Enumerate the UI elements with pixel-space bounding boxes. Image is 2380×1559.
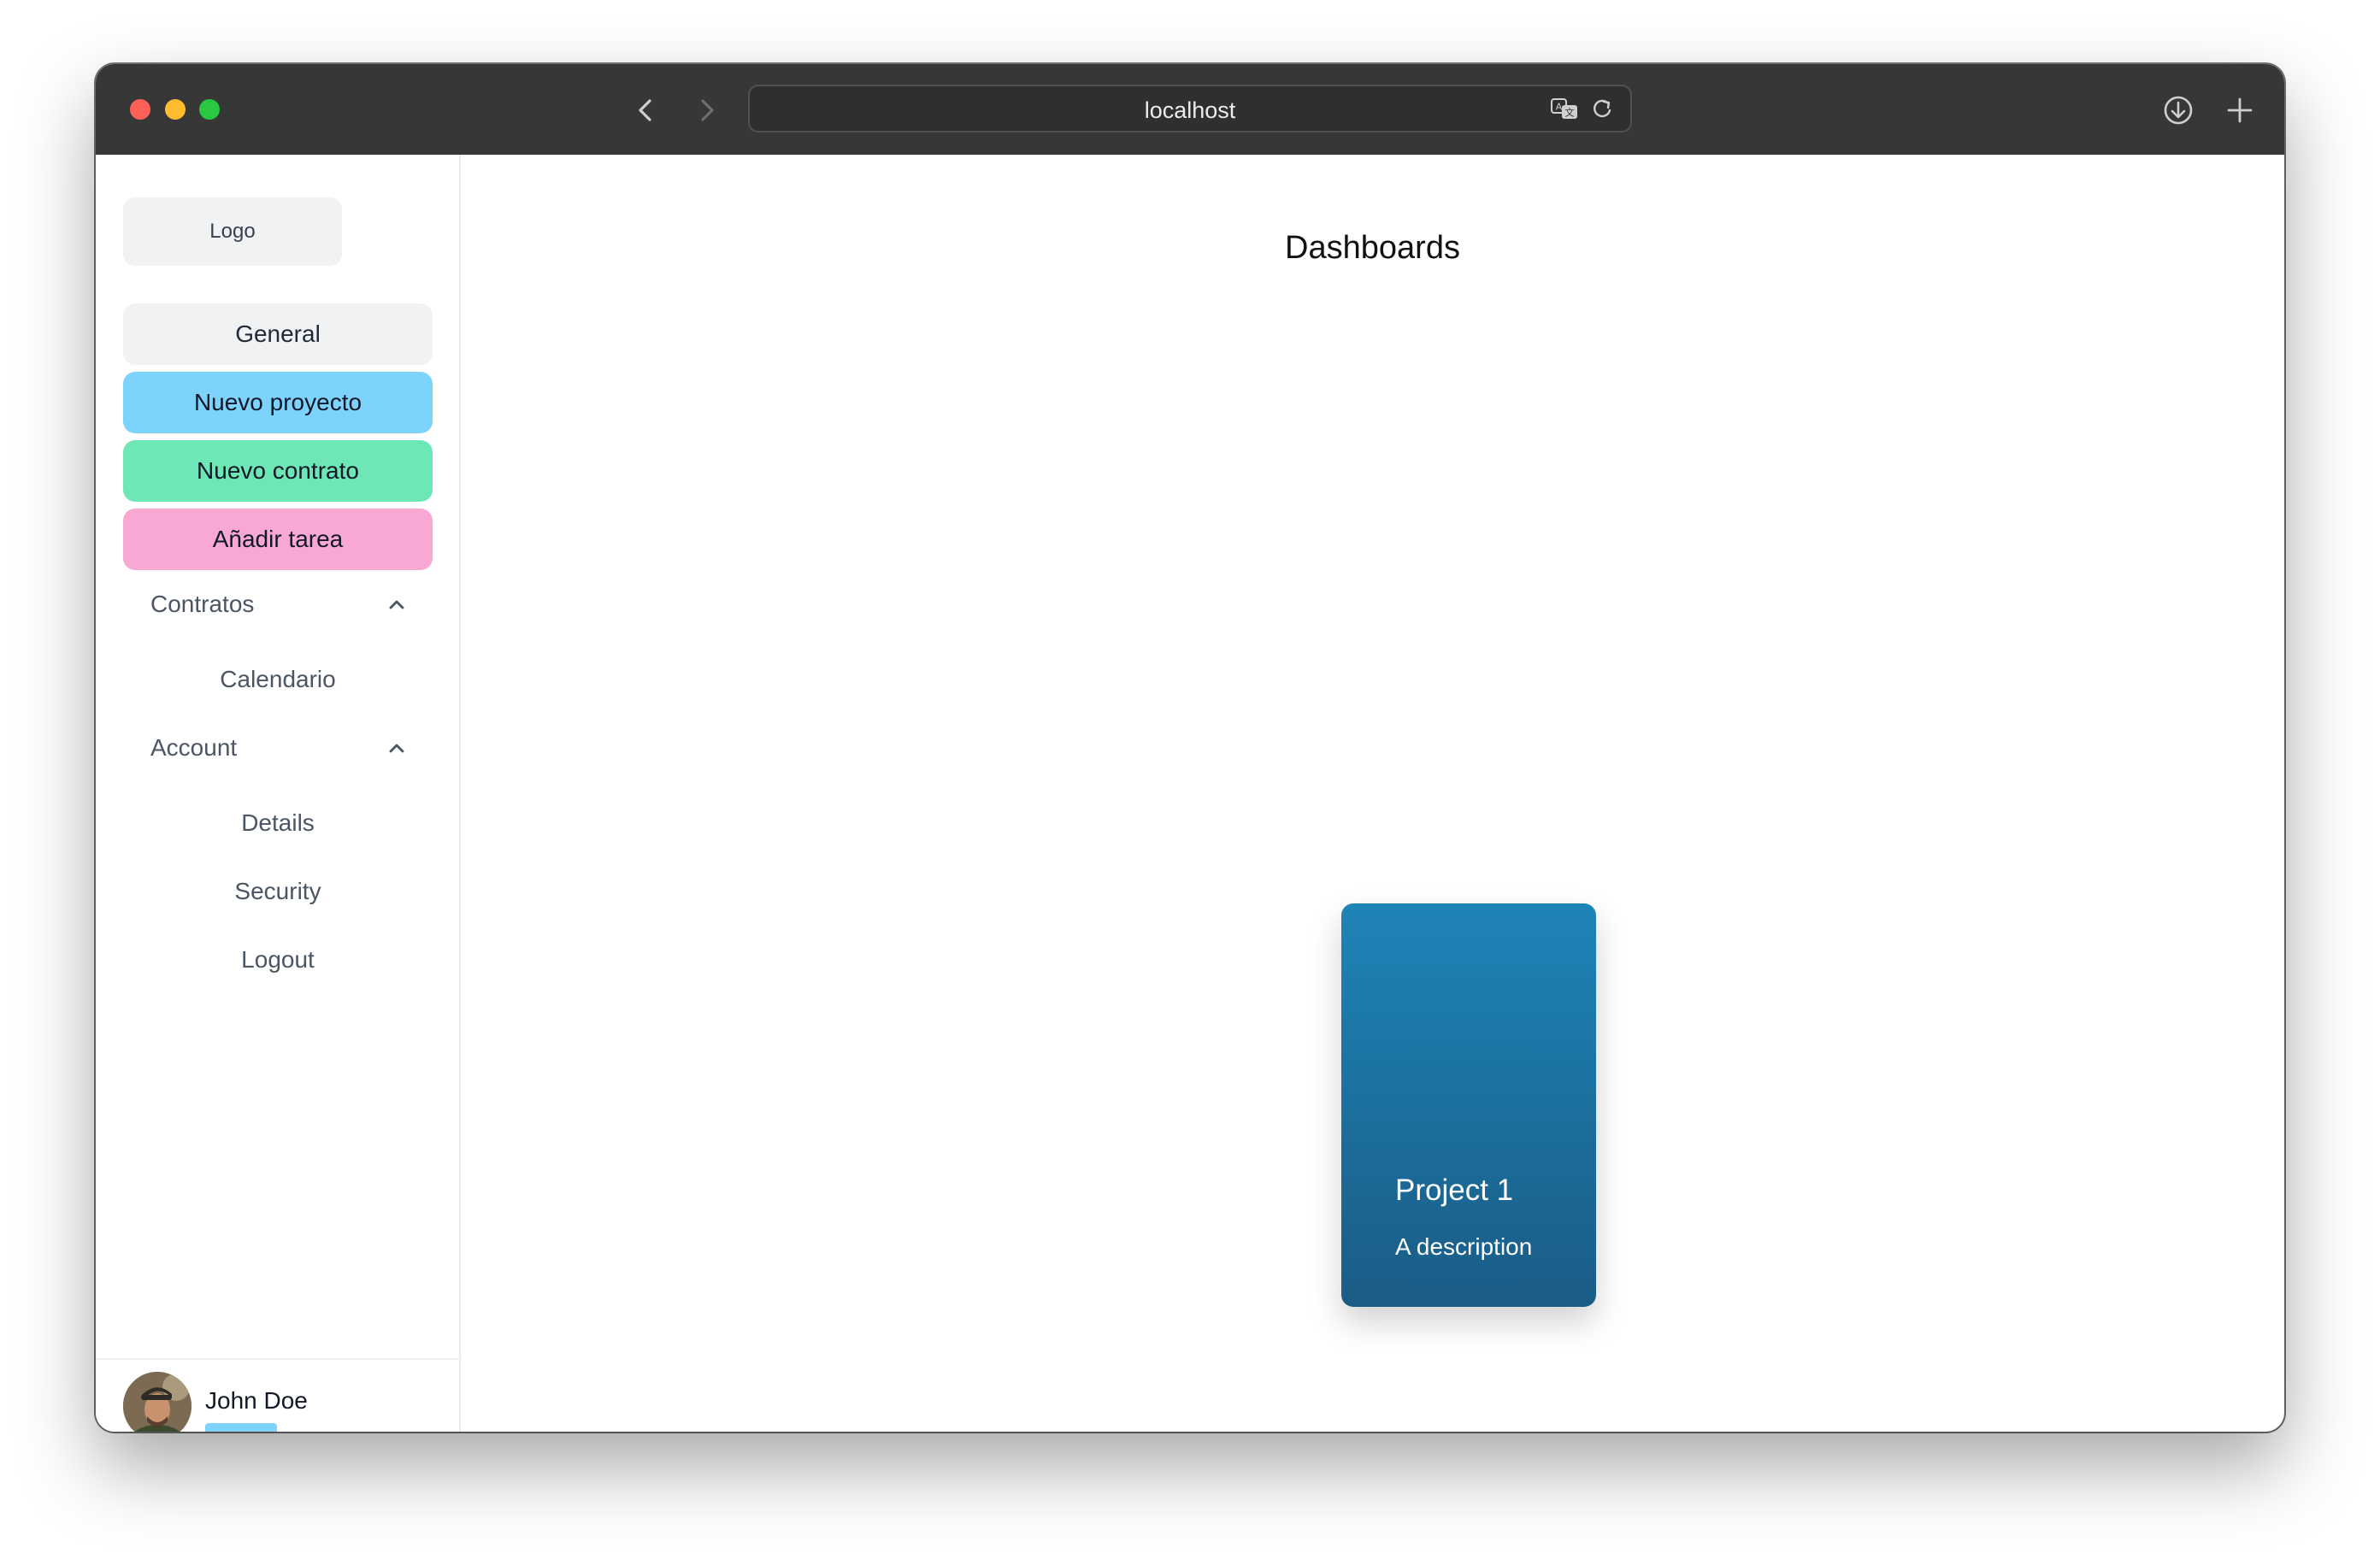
plus-icon[interactable] <box>2223 93 2257 127</box>
maximize-window-button[interactable] <box>199 99 220 120</box>
sidebar-item-security[interactable]: Security <box>123 866 433 917</box>
download-icon[interactable] <box>2161 93 2195 127</box>
section-label: Account <box>150 734 238 761</box>
contracts-section-toggle[interactable]: Contratos <box>123 577 433 632</box>
main-content: Dashboards Project 1 A description <box>461 155 2284 1432</box>
url-text: localhost <box>1144 97 1236 123</box>
sidebar-item-logout[interactable]: Logout <box>123 934 433 985</box>
sidebar-item-details[interactable]: Details <box>123 797 433 849</box>
new-contract-button[interactable]: Nuevo contrato <box>123 440 433 502</box>
chevron-up-icon <box>385 592 409 616</box>
add-task-button[interactable]: Añadir tarea <box>123 509 433 570</box>
chevron-right-icon[interactable] <box>689 93 723 127</box>
sidebar-item-calendar[interactable]: Calendario <box>123 654 433 705</box>
svg-text:文: 文 <box>1565 107 1575 119</box>
logo: Logo <box>123 197 342 266</box>
user-profile[interactable]: John Doe Admin <box>96 1358 459 1432</box>
translate-icon[interactable]: A 文 <box>1550 97 1579 122</box>
address-bar[interactable]: localhost A 文 <box>748 85 1632 132</box>
project-description: A description <box>1395 1233 1533 1260</box>
project-title: Project 1 <box>1395 1174 1514 1207</box>
browser-window: localhost A 文 Logo General Nuevo proyect… <box>96 64 2284 1432</box>
svg-text:A: A <box>1556 102 1563 113</box>
project-card[interactable]: Project 1 A description <box>1341 903 1596 1307</box>
chevron-up-icon <box>385 736 409 760</box>
avatar <box>123 1372 191 1432</box>
reload-icon[interactable] <box>1589 97 1618 122</box>
close-window-button[interactable] <box>130 99 150 120</box>
section-label: Contratos <box>150 591 255 617</box>
chevron-left-icon[interactable] <box>629 93 663 127</box>
minimize-window-button[interactable] <box>165 99 186 120</box>
general-button[interactable]: General <box>123 303 433 365</box>
account-section-toggle[interactable]: Account <box>123 721 433 775</box>
new-project-button[interactable]: Nuevo proyecto <box>123 372 433 433</box>
title-bar: localhost A 文 <box>96 64 2284 155</box>
role-badge: Admin <box>205 1423 278 1432</box>
page-title: Dashboards <box>1285 230 1460 266</box>
user-name: John Doe <box>205 1387 308 1414</box>
sidebar: Logo General Nuevo proyecto Nuevo contra… <box>96 155 461 1432</box>
